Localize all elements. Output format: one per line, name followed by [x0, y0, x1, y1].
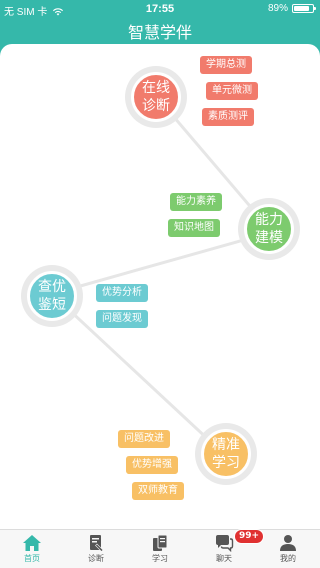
home-icon: [23, 535, 41, 551]
ability-modeling-line1: 能力: [255, 212, 283, 228]
check-identify-line2: 鉴短: [38, 297, 66, 313]
check-identify-node[interactable]: 查优 鉴短: [27, 271, 77, 321]
check-identify-label: 查优 鉴短: [38, 278, 66, 314]
tab-profile-label: 我的: [280, 554, 296, 563]
mind-map-canvas: 在线 诊断 学期总测 单元微测 素质测评 能力 建模 能力素养 知识地图 查优 鉴短 …: [0, 44, 320, 530]
tag-strength-enhance[interactable]: 优势增强: [126, 456, 178, 474]
precise-learning-line1: 精准: [212, 437, 240, 453]
profile-icon: [280, 535, 296, 551]
tab-bar: 首页 诊断 学习 99+ 聊天 我的: [0, 529, 320, 568]
online-diagnosis-node[interactable]: 在线 诊断: [131, 72, 181, 122]
precise-learning-node[interactable]: 精准 学习: [201, 429, 251, 479]
ability-modeling-node[interactable]: 能力 建模: [244, 204, 294, 254]
tab-study[interactable]: 学习: [128, 530, 192, 568]
tag-semester-test[interactable]: 学期总测: [200, 56, 252, 74]
ability-modeling-label: 能力 建模: [255, 211, 283, 247]
tag-dual-teacher[interactable]: 双师教育: [132, 482, 184, 500]
online-diagnosis-label: 在线 诊断: [142, 79, 170, 115]
tag-strength-analysis[interactable]: 优势分析: [96, 284, 148, 302]
tab-chat-label: 聊天: [216, 554, 232, 563]
study-icon: [153, 534, 168, 551]
tag-ability-literacy[interactable]: 能力素养: [170, 193, 222, 211]
battery-percent: 89%: [267, 3, 288, 14]
online-diagnosis-line2: 诊断: [142, 98, 170, 114]
diagnosis-icon: [90, 535, 104, 552]
connector-ability-check: [51, 230, 273, 296]
tab-profile[interactable]: 我的: [256, 530, 320, 568]
battery-group: 89%: [267, 3, 316, 14]
tag-knowledge-map[interactable]: 知识地图: [168, 219, 220, 237]
status-bar: 无 SIM 卡 17:55 89%: [0, 0, 320, 20]
tag-problem-discovery[interactable]: 问题发现: [96, 310, 148, 328]
precise-learning-line2: 学习: [212, 455, 240, 471]
tag-quality-assessment[interactable]: 素质测评: [202, 108, 254, 126]
tag-unit-quiz[interactable]: 单元微测: [206, 82, 258, 100]
ability-modeling-line2: 建模: [255, 230, 283, 246]
tab-home[interactable]: 首页: [0, 530, 64, 568]
tab-diagnosis[interactable]: 诊断: [64, 530, 128, 568]
check-identify-line1: 查优: [38, 279, 66, 295]
tab-diagnosis-label: 诊断: [88, 554, 104, 563]
chat-icon: [216, 535, 234, 552]
page-title: 智慧学伴: [127, 23, 192, 42]
tab-chat[interactable]: 99+ 聊天: [192, 529, 265, 568]
precise-learning-label: 精准 学习: [212, 436, 240, 472]
battery-icon: [292, 4, 316, 13]
online-diagnosis-line1: 在线: [142, 80, 170, 96]
tab-home-label: 首页: [24, 554, 40, 563]
tab-study-label: 学习: [152, 554, 168, 563]
tag-problem-improve[interactable]: 问题改进: [118, 430, 170, 448]
